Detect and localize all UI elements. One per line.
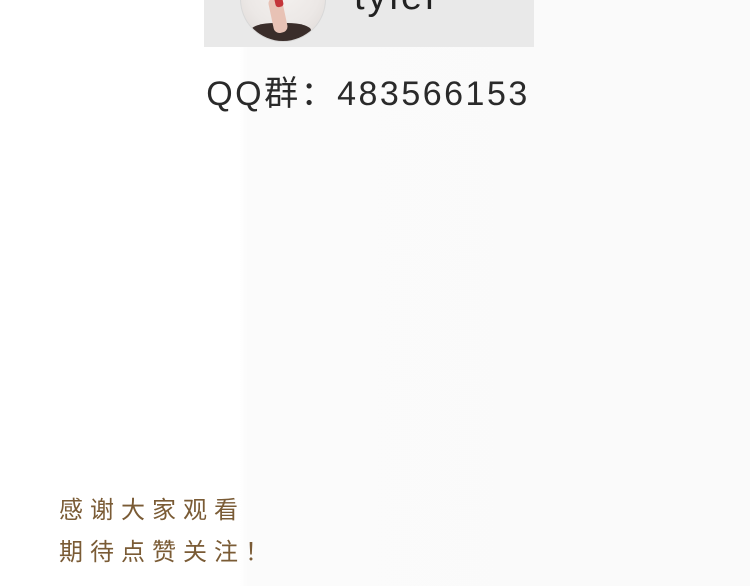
closing-message: 感谢大家观看 期待点赞关注！ [59, 489, 276, 573]
thanks-text: 感谢大家观看 [59, 496, 245, 524]
follow-request-text: 期待点赞关注！ [59, 538, 276, 566]
profile-name: tyler [354, 0, 441, 19]
avatar [240, 0, 326, 42]
qq-group-number: QQ群：483566153 [206, 75, 530, 113]
page-canvas: tyler QQ群：483566153 感谢大家观看 期待点赞关注！ [0, 0, 750, 586]
profile-card: tyler [204, 0, 534, 47]
